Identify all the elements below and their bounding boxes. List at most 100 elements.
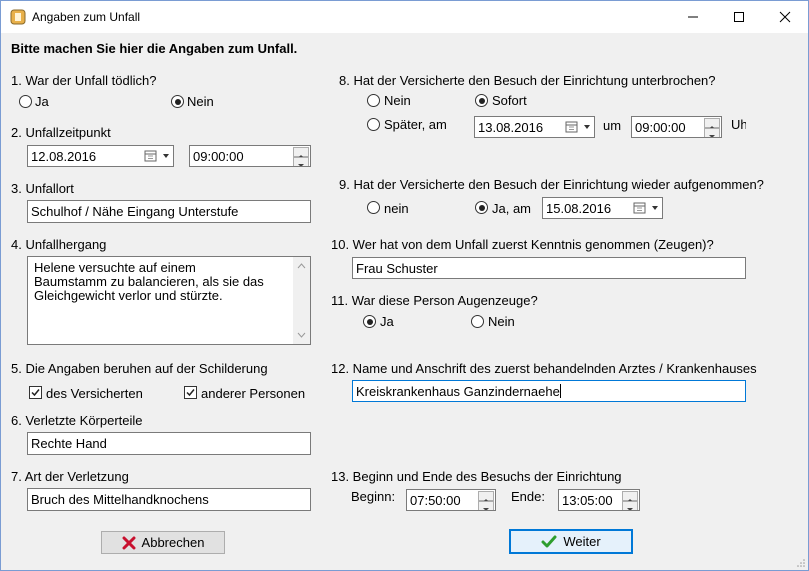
spin-down-button[interactable] xyxy=(293,157,309,166)
close-button[interactable] xyxy=(762,1,808,33)
q8-date-value: 13.08.2016 xyxy=(478,120,544,135)
q6-label: 6. Verletzte Körperteile xyxy=(11,413,143,428)
spin-up-button[interactable] xyxy=(478,491,494,502)
green-check-icon xyxy=(541,535,557,547)
q13-ende-input[interactable]: 13:05:00 xyxy=(558,489,640,511)
q11-nein-label: Nein xyxy=(488,314,515,329)
q9-date-picker[interactable]: 15.08.2016 xyxy=(542,197,663,219)
q13-label: 13. Beginn und Ende des Besuchs der Einr… xyxy=(331,469,622,484)
checkmark-icon xyxy=(186,389,195,397)
q8-nein-label: Nein xyxy=(384,93,411,108)
q7-input[interactable]: Bruch des Mittelhandknochens xyxy=(27,488,311,511)
cancel-button[interactable]: Abbrechen xyxy=(101,531,225,554)
q5-label: 5. Die Angaben beruhen auf der Schilderu… xyxy=(11,361,268,376)
app-icon xyxy=(10,9,26,25)
q11-ja-label: Ja xyxy=(380,314,394,329)
spin-down-button[interactable] xyxy=(704,128,720,137)
form-heading: Bitte machen Sie hier die Angaben zum Un… xyxy=(11,41,298,56)
calendar-dropdown-icon[interactable] xyxy=(564,119,595,135)
q8-date-picker[interactable]: 13.08.2016 xyxy=(474,116,595,138)
q5-checkbox-andere[interactable] xyxy=(184,386,197,399)
q1-nein-label: Nein xyxy=(187,94,214,109)
q13-beginn-input[interactable]: 07:50:00 xyxy=(406,489,496,511)
red-x-icon xyxy=(122,536,136,549)
q5-andere-label: anderer Personen xyxy=(201,386,306,401)
q13-beginn-spinner[interactable] xyxy=(478,491,494,510)
spin-down-button[interactable] xyxy=(478,501,494,510)
q13-ende-spinner[interactable] xyxy=(622,491,638,510)
maximize-icon xyxy=(734,12,744,22)
q2-date-picker[interactable]: 12.08.2016 xyxy=(27,145,174,167)
q4-line: Baumstamm zu balancieren, als sie das xyxy=(34,274,264,289)
spin-up-button[interactable] xyxy=(293,147,309,158)
q4-label: 4. Unfallhergang xyxy=(11,237,107,252)
q2-time-value: 09:00:00 xyxy=(193,149,244,164)
q1-label: 1. War der Unfall tödlich? xyxy=(11,73,157,88)
q3-value: Schulhof / Nähe Eingang Unterstufe xyxy=(31,204,239,219)
spin-up-button[interactable] xyxy=(622,491,638,502)
next-button[interactable]: Weiter xyxy=(509,529,633,554)
window-title: Angaben zum Unfall xyxy=(32,10,141,24)
q11-label: 11. War diese Person Augenzeuge? xyxy=(331,293,538,308)
q2-time-input[interactable]: 09:00:00 xyxy=(189,145,311,167)
scroll-up-icon[interactable] xyxy=(293,259,310,273)
q12-value: Kreiskrankenhaus Ganzindernaehe xyxy=(356,384,560,399)
q9-ja-label: Ja, am xyxy=(492,201,532,216)
spin-up-button[interactable] xyxy=(704,118,720,129)
next-button-label: Weiter xyxy=(563,534,601,549)
q10-input[interactable]: Frau Schuster xyxy=(352,257,746,279)
q1-radio-ja[interactable] xyxy=(19,95,32,108)
scroll-down-icon[interactable] xyxy=(293,328,310,342)
q4-text: Helene versuchte auf einem Baumstamm zu … xyxy=(34,261,288,303)
q11-radio-ja[interactable] xyxy=(363,315,376,328)
calendar-dropdown-icon[interactable] xyxy=(143,148,174,164)
q13-beginn-label: Beginn: xyxy=(351,489,396,504)
q9-radio-ja[interactable] xyxy=(475,201,488,214)
q7-label: 7. Art der Verletzung xyxy=(11,469,129,484)
q2-label: 2. Unfallzeitpunkt xyxy=(11,125,111,140)
close-icon xyxy=(779,11,791,23)
q1-radio-nein[interactable] xyxy=(171,95,184,108)
q8-radio-sofort[interactable] xyxy=(475,94,488,107)
spin-down-button[interactable] xyxy=(622,501,638,510)
q8-spaeter-label: Später, am xyxy=(384,117,447,132)
q8-radio-spaeter[interactable] xyxy=(367,118,380,131)
q8-time-input[interactable]: 09:00:00 xyxy=(631,116,722,138)
q8-time-spinner[interactable] xyxy=(704,118,720,137)
q5-checkbox-versicherten[interactable] xyxy=(29,386,42,399)
q4-textarea[interactable]: Helene versuchte auf einem Baumstamm zu … xyxy=(27,256,311,345)
q2-time-spinner[interactable] xyxy=(293,147,309,166)
dialog-window: Angaben zum Unfall Bitte machen Sie hier… xyxy=(0,0,809,571)
q12-label: 12. Name und Anschrift des zuerst behand… xyxy=(331,361,757,376)
q3-input[interactable]: Schulhof / Nähe Eingang Unterstufe xyxy=(27,200,311,223)
q6-input[interactable]: Rechte Hand xyxy=(27,432,311,455)
q3-label: 3. Unfallort xyxy=(11,181,74,196)
q13-ende-value: 13:05:00 xyxy=(562,493,613,508)
title-bar[interactable]: Angaben zum Unfall xyxy=(1,1,808,33)
q8-label: 8. Hat der Versicherte den Besuch der Ei… xyxy=(339,73,716,88)
q4-line: Helene versuchte auf einem xyxy=(34,260,196,275)
q8-radio-nein[interactable] xyxy=(367,94,380,107)
q8-sofort-label: Sofort xyxy=(492,93,527,108)
q1-ja-label: Ja xyxy=(35,94,49,109)
resize-grip-icon[interactable] xyxy=(796,558,806,568)
maximize-button[interactable] xyxy=(716,1,762,33)
q2-date-value: 12.08.2016 xyxy=(31,149,97,164)
minimize-button[interactable] xyxy=(670,1,716,33)
q10-label: 10. Wer hat von dem Unfall zuerst Kenntn… xyxy=(331,237,714,252)
checkmark-icon xyxy=(31,389,40,397)
q8-uhr-clip: Uhr xyxy=(731,117,746,135)
calendar-dropdown-icon[interactable] xyxy=(632,200,663,216)
spin-down-icon xyxy=(298,164,304,166)
q11-radio-nein[interactable] xyxy=(471,315,484,328)
q8-time-value: 09:00:00 xyxy=(635,120,686,135)
q13-ende-label: Ende: xyxy=(511,489,545,504)
q9-date-value: 15.08.2016 xyxy=(546,201,612,216)
spin-down-icon xyxy=(483,508,489,510)
spin-down-icon xyxy=(709,135,715,137)
q5-versicherten-label: des Versicherten xyxy=(46,386,143,401)
q7-value: Bruch des Mittelhandknochens xyxy=(31,492,209,507)
q12-input[interactable]: Kreiskrankenhaus Ganzindernaehe xyxy=(352,380,746,402)
q9-radio-nein[interactable] xyxy=(367,201,380,214)
q4-scrollbar[interactable] xyxy=(293,257,310,344)
